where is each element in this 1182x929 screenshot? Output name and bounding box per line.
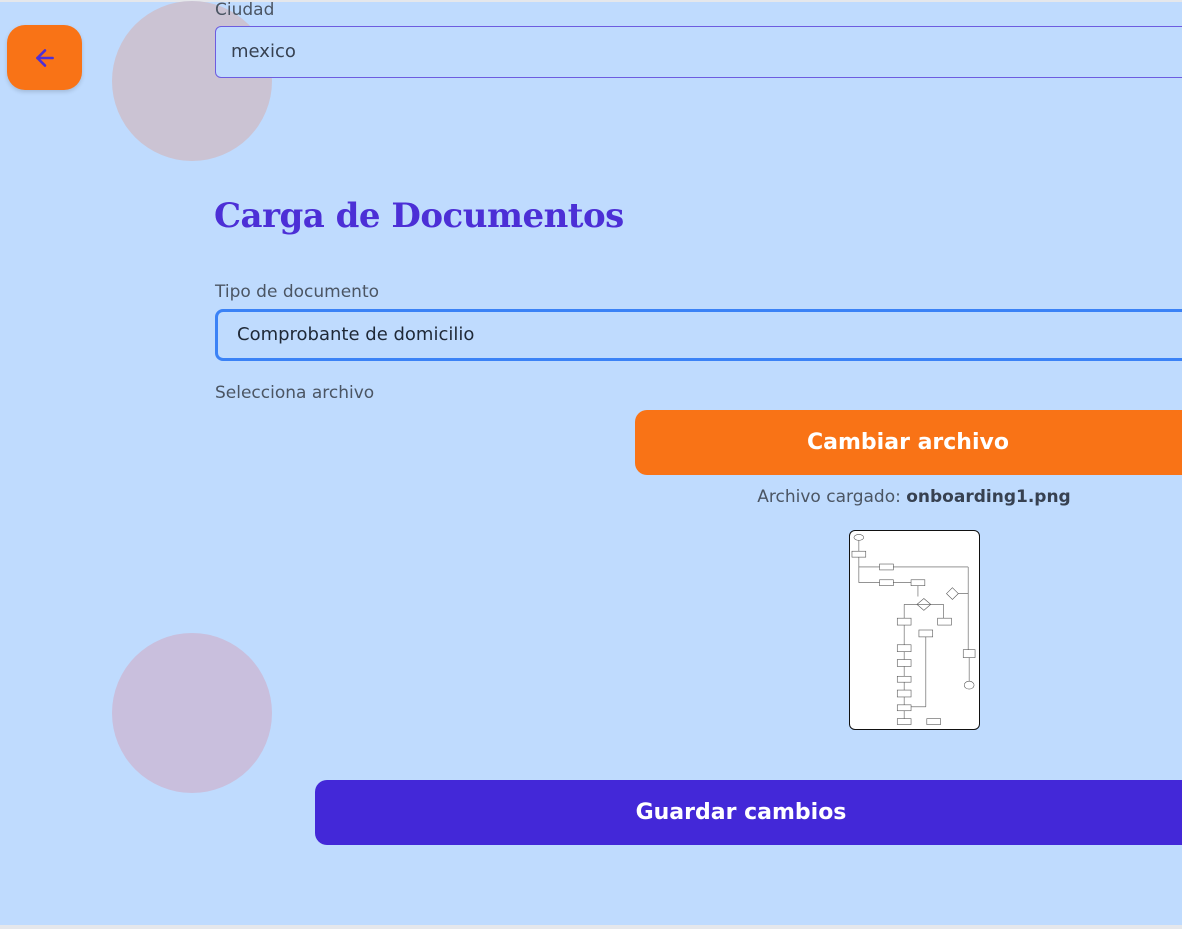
city-label: Ciudad <box>215 0 275 20</box>
document-type-label: Tipo de documento <box>215 282 380 302</box>
back-button[interactable] <box>7 25 82 90</box>
uploaded-file-prefix: Archivo cargado: <box>757 487 907 507</box>
uploaded-file-status: Archivo cargado: onboarding1.png <box>640 487 1182 507</box>
decorative-circle-bottom <box>112 633 272 793</box>
save-changes-button[interactable]: Guardar cambios <box>315 780 1182 845</box>
file-preview-thumbnail[interactable] <box>849 530 980 730</box>
change-file-button[interactable]: Cambiar archivo <box>635 410 1182 475</box>
decorative-circle-top <box>112 1 272 161</box>
arrow-left-icon <box>35 48 54 67</box>
flowchart-preview-image <box>851 534 976 725</box>
uploaded-file-name: onboarding1.png <box>906 487 1071 507</box>
bottom-divider <box>0 925 1182 929</box>
documents-section-title: Carga de Documentos <box>214 196 624 236</box>
page-background: Ciudad mexico Carga de Documentos Tipo d… <box>0 0 1182 929</box>
document-type-select[interactable]: Comprobante de domicilio <box>215 309 1182 361</box>
city-input[interactable]: mexico <box>215 26 1182 78</box>
select-file-label: Selecciona archivo <box>215 383 375 403</box>
